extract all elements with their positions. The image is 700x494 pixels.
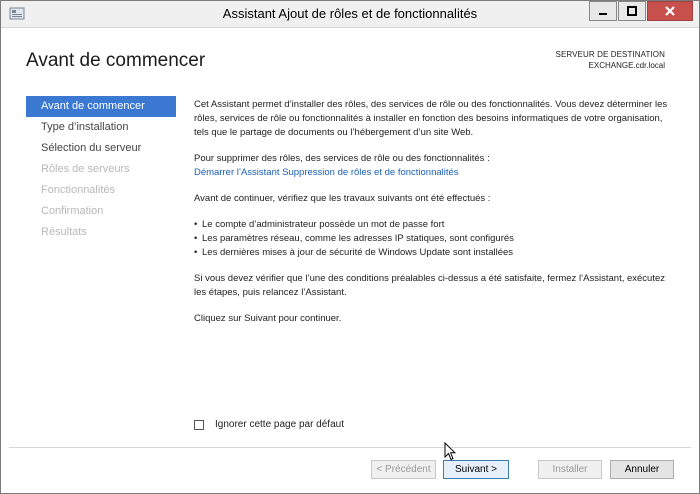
checks-intro-text: Avant de continuer, vérifiez que les tra… (194, 193, 491, 204)
close-icon (665, 6, 675, 16)
nav-item-type-installation[interactable]: Type d’installation (26, 117, 176, 138)
intro-text: Cet Assistant permet d’installer des rôl… (194, 99, 668, 138)
destination-server: SERVEUR DE DESTINATION EXCHANGE.cdr.loca… (556, 49, 665, 71)
continue-note-text: Cliquez sur Suivant pour continuer. (194, 313, 342, 324)
mouse-cursor-icon (444, 442, 456, 461)
maximize-button[interactable] (618, 1, 646, 21)
list-item: Les dernières mises à jour de sécurité d… (194, 246, 674, 260)
maximize-icon (627, 6, 637, 16)
nav-item-confirmation: Confirmation (41, 205, 104, 217)
next-button[interactable]: Suivant > (443, 460, 509, 479)
remove-intro-text: Pour supprimer des rôles, des services d… (194, 153, 490, 164)
content-pane: Cet Assistant permet d’installer des rôl… (194, 98, 674, 326)
list-item: Le compte d’administrateur possède un mo… (194, 218, 674, 232)
ignore-page-label: Ignorer cette page par défaut (215, 419, 344, 430)
prereq-note-text: Si vous devez vérifier que l’une des con… (194, 273, 666, 298)
install-button[interactable]: Installer (538, 460, 602, 479)
nav-item-resultats: Résultats (41, 226, 87, 238)
destination-server-name: EXCHANGE.cdr.local (588, 61, 665, 70)
footer-divider (9, 447, 691, 448)
ignore-page-checkbox[interactable] (194, 419, 204, 430)
list-item: Les paramètres réseau, comme les adresse… (194, 232, 674, 246)
page-title: Avant de commencer (26, 50, 206, 71)
cancel-button[interactable]: Annuler (610, 460, 674, 479)
minimize-icon (599, 13, 607, 15)
destination-header: SERVEUR DE DESTINATION (555, 50, 665, 59)
nav-item-selection-serveur[interactable]: Sélection du serveur (26, 138, 176, 159)
wizard-nav: Avant de commencer Type d’installation S… (26, 96, 176, 243)
title-bar[interactable]: Assistant Ajout de rôles et de fonctionn… (1, 1, 699, 28)
ignore-page-option[interactable]: Ignorer cette page par défaut (194, 419, 344, 430)
wizard-window: Assistant Ajout de rôles et de fonctionn… (0, 0, 700, 494)
close-button[interactable] (647, 1, 693, 21)
nav-item-roles-serveurs: Rôles de serveurs (41, 163, 130, 175)
minimize-button[interactable] (589, 1, 617, 21)
window-controls (588, 1, 693, 21)
prerequisite-list: Le compte d’administrateur possède un mo… (194, 218, 674, 260)
nav-item-fonctionnalites: Fonctionnalités (41, 184, 115, 196)
nav-item-avant-de-commencer[interactable]: Avant de commencer (26, 96, 176, 117)
remove-wizard-link[interactable]: Démarrer l’Assistant Suppression de rôle… (194, 167, 459, 178)
previous-button[interactable]: < Précédent (371, 460, 436, 479)
